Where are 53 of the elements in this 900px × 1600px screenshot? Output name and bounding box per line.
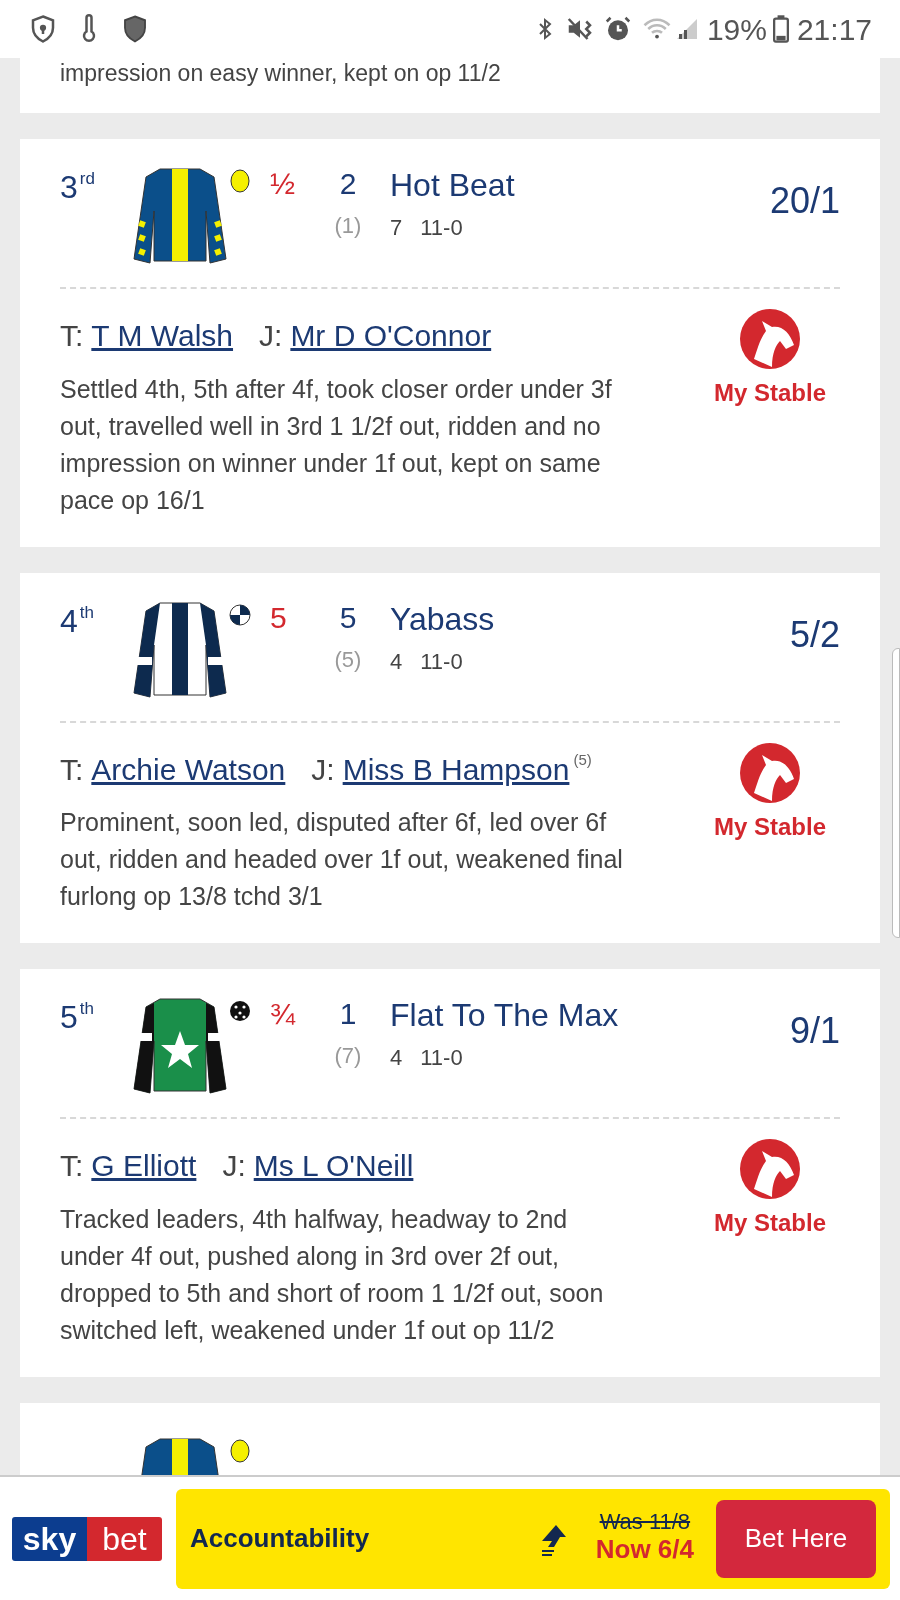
battery-percentage: 19% <box>706 11 767 48</box>
jockey-link[interactable]: Ms L O'Neill <box>253 1147 414 1185</box>
race-comment: Prominent, soon led, disputed after 6f, led over 6f out, ridden and headed over 1f out, weakened final furlong op 13/8 tchd 3/1 <box>60 807 624 912</box>
horse-name: Flat To The Max <box>390 999 620 1031</box>
trainer-link[interactable]: Archie Watson <box>91 750 286 788</box>
battery-icon <box>772 15 789 43</box>
race-comment: impression on easy winner, kept on op 11/2 <box>60 59 502 88</box>
selection-name: Accountability <box>190 1522 370 1555</box>
stall-draw: (1) <box>334 212 362 240</box>
stall-draw: (7) <box>334 1042 362 1070</box>
horse-head-icon <box>740 309 800 369</box>
skybet-logo: sky bet <box>12 1516 162 1561</box>
jockey-link[interactable]: Miss B Hampson <box>342 750 570 788</box>
race-comment: Tracked leaders, 4th halfway, headway to 2nd under 4f out, pushed along in 3rd over 2f out, dropped to 5th and short of room 1 1/2f out, soon switched left, weakened under 1f out op 11/2 <box>60 1203 605 1346</box>
odds: 20/1 <box>769 183 840 219</box>
horse-weight: 11-0 <box>420 1044 463 1072</box>
my-stable-button[interactable]: My Stable <box>700 309 840 411</box>
distance-beaten: ¾ <box>270 999 297 1029</box>
horse-weight: 11-0 <box>420 647 463 676</box>
trainer-link[interactable]: G Elliott <box>91 1147 197 1185</box>
my-stable-button[interactable]: My Stable <box>700 1139 840 1241</box>
jockey-label: J: <box>259 318 283 354</box>
trainer-label: T: <box>60 1148 84 1184</box>
my-stable-button[interactable]: My Stable <box>700 742 840 845</box>
previous-price: Was 11/8 <box>599 1511 691 1534</box>
trainer-label: T: <box>60 318 84 354</box>
bet-here-button[interactable]: Bet Here <box>716 1499 876 1578</box>
horse-weight: 11-0 <box>420 214 463 242</box>
horse-head-icon <box>740 1139 800 1199</box>
trainer-label: T: <box>60 751 84 788</box>
odds: 9/1 <box>789 1013 840 1049</box>
jockey-label: J: <box>222 1148 246 1184</box>
horse-age: 4 <box>390 647 403 676</box>
runner-number: 2 <box>339 169 357 199</box>
scrollbar-icon <box>892 648 900 938</box>
jockey-label: J: <box>311 751 335 788</box>
race-comment: Settled 4th, 5th after 4f, took closer order under 3f out, travelled well in 3rd 1 1/2f out, ridden and no impression on winner under 1f out, kept on same pace op 16/1 <box>60 373 613 516</box>
stall-draw: (5) <box>334 645 362 674</box>
runner-number: 5 <box>339 602 357 633</box>
horse-head-icon <box>740 742 800 803</box>
odds: 5/2 <box>789 616 840 653</box>
clock-time: 21:17 <box>796 11 872 48</box>
horse-name: Yabass <box>390 602 496 635</box>
runner-number: 1 <box>339 999 357 1029</box>
horse-name: Hot Beat <box>390 169 516 201</box>
horse-age: 7 <box>390 214 403 242</box>
horse-age: 4 <box>390 1044 403 1072</box>
current-price: Now 6/4 <box>595 1533 694 1566</box>
distance-beaten: 5 <box>270 602 288 633</box>
jockey-claim: (5) <box>573 750 592 770</box>
trainer-link[interactable]: T M Walsh <box>91 317 234 355</box>
jockey-link[interactable]: Mr D O'Connor <box>290 317 492 355</box>
distance-beaten: ½ <box>270 169 297 199</box>
